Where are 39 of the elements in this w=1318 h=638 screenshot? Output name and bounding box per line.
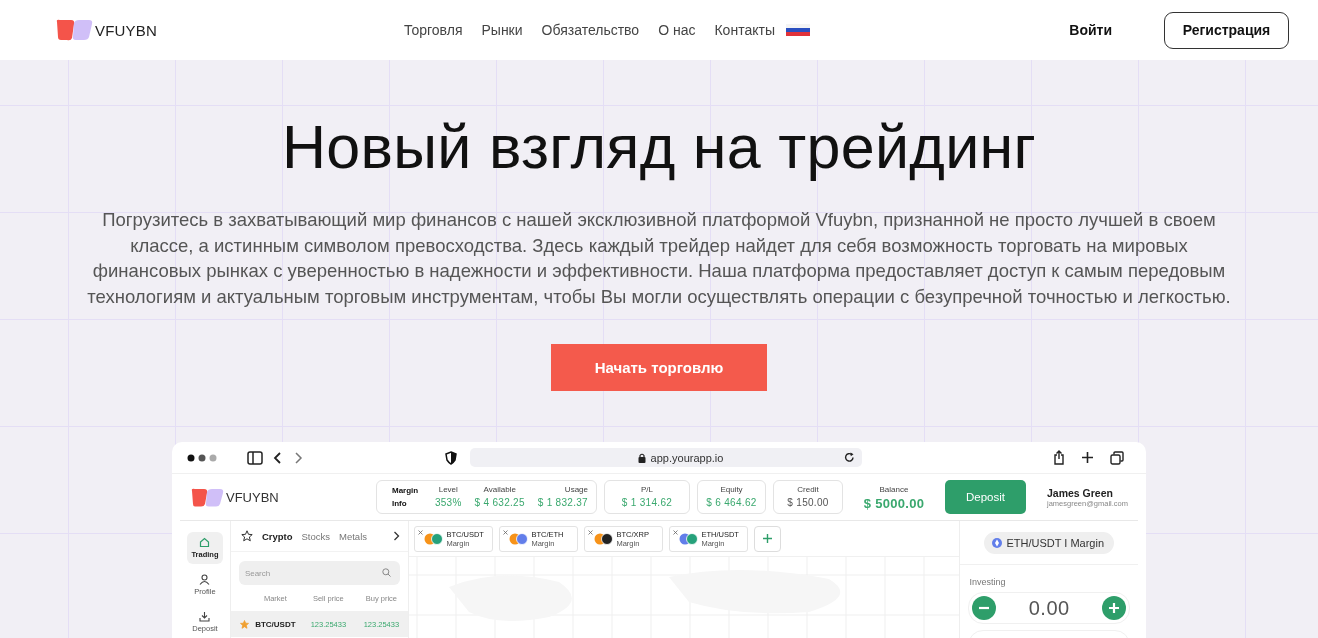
stat-value: $ 4 632.25 xyxy=(474,496,525,510)
user-name: James Green xyxy=(1047,486,1114,499)
market-tab[interactable]: Crypto xyxy=(261,530,293,542)
search-field[interactable]: Search xyxy=(238,561,401,585)
nav-link[interactable]: О нас xyxy=(658,22,696,38)
stat-value: $ 1 832.37 xyxy=(537,496,588,510)
balance-label: Balance xyxy=(878,483,910,496)
login-link[interactable]: Войти xyxy=(1069,22,1112,38)
stat-label: Level xyxy=(437,484,459,496)
nav-link[interactable]: Рынки xyxy=(481,22,523,38)
address-bar[interactable]: app.yourapp.io xyxy=(470,448,862,467)
stat-value: 353% xyxy=(434,496,462,510)
logo-text: VFUYBN xyxy=(95,21,158,39)
stat-label: Available xyxy=(482,484,517,496)
stat-label: Credit xyxy=(797,484,819,496)
amount-field[interactable]: 0.00 xyxy=(968,592,1130,624)
stat-label: Usage xyxy=(563,484,588,496)
register-button[interactable]: Регистрация xyxy=(1164,11,1289,49)
logo-text: VFUYBN xyxy=(226,489,279,505)
margin-label: Margin Info xyxy=(392,485,420,510)
pair-label: ETH/USDT I Margin xyxy=(1006,536,1104,549)
market-tab[interactable]: Metals xyxy=(339,530,367,542)
hero-title: Новый взгляд на трейдинг xyxy=(281,112,1037,182)
pair-selector[interactable]: ETH/USDT I Margin xyxy=(984,531,1114,554)
stat-label: P/L xyxy=(641,484,653,496)
hero-text: Погрузитесь в захватывающий мир финансов с нашей эксклюзивной платформой Vfuybn, признанной не просто лучшей в своем классе, а истинным символом превосходства. Здесь каждый трейдер найдет для себя возможность торговать на мировых финансовых рынках с уверенностью в надежности и эффективности. Наша платформа предоставляет доступ к самым передовым технологиям и актуальным торговым инструментам, чтобы Вы могли осуществлять операции с безупречной точностью и легкостью. xyxy=(86,208,1232,309)
market-tab[interactable]: Stocks xyxy=(301,530,330,542)
investing-label: Investing xyxy=(969,577,1007,587)
stat-label: Equity xyxy=(720,484,743,496)
stat-value: $ 150.00 xyxy=(787,496,829,510)
nav-link[interactable]: Контакты xyxy=(714,22,775,38)
balance-value: $ 5000.00 xyxy=(862,495,926,511)
stat-value: $ 1 314.62 xyxy=(621,496,673,510)
stat-value: $ 6 464.62 xyxy=(706,496,757,510)
nav-link[interactable]: Торговля xyxy=(404,22,463,38)
nav-link[interactable]: Обязательство xyxy=(541,22,640,38)
market-name: BTC/USDT xyxy=(254,619,297,629)
amount-value: 0.00 xyxy=(1028,596,1070,620)
url-text: app.yourapp.io xyxy=(650,451,724,464)
